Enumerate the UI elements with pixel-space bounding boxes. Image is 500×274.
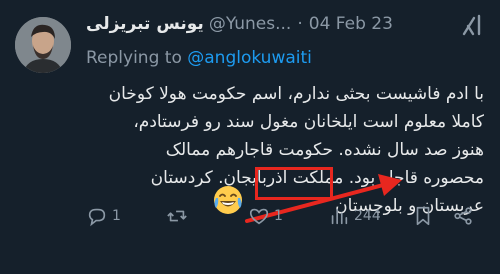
share-icon xyxy=(454,207,472,225)
tweet-line: کاملا معلوم است ایلخانان مغول سند رو فرس… xyxy=(133,112,484,132)
replying-to: Replying to @anglokuwaiti xyxy=(86,48,312,68)
grok-icon[interactable] xyxy=(460,14,484,36)
retweet-icon xyxy=(167,210,187,222)
avatar[interactable] xyxy=(15,17,71,73)
replying-prefix: Replying to xyxy=(86,48,182,68)
display-name[interactable]: یونس تبریزلی xyxy=(86,14,204,34)
reply-button[interactable]: 1 xyxy=(86,203,121,229)
retweet-button[interactable] xyxy=(166,203,192,229)
views-button[interactable]: 244 xyxy=(328,203,381,229)
like-icon xyxy=(249,208,269,225)
user-handle[interactable]: @Yunes... xyxy=(209,14,292,34)
separator-dot: · xyxy=(297,14,303,34)
reply-icon xyxy=(88,208,106,227)
highlight-box xyxy=(255,167,333,200)
replying-mention[interactable]: @anglokuwaiti xyxy=(187,48,312,68)
tweet-line: با ادم فاشیست بحثی ندارم، اسم حکومت هولا… xyxy=(108,84,484,104)
bookmark-icon xyxy=(416,206,430,226)
like-button[interactable]: 1 xyxy=(248,203,283,229)
reply-count: 1 xyxy=(112,208,121,224)
tweet-date[interactable]: 04 Feb 23 xyxy=(309,14,393,34)
tweet-header: یونس تبریزلی @Yunes... · 04 Feb 23 xyxy=(86,12,484,36)
share-button[interactable] xyxy=(452,203,474,229)
like-count: 1 xyxy=(274,208,283,224)
bookmark-button[interactable] xyxy=(412,203,434,229)
tweet: یونس تبریزلی @Yunes... · 04 Feb 23 Reply… xyxy=(0,0,500,274)
action-bar: 1 1 244 xyxy=(86,203,484,229)
views-count: 244 xyxy=(354,208,381,224)
tweet-line: هنوز صد سال نشده. حکومت قاجارهم ممالک xyxy=(165,140,484,160)
views-icon xyxy=(331,208,348,225)
